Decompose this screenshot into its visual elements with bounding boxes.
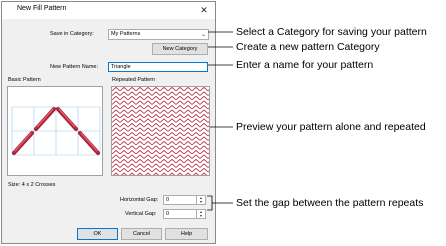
callout-set-gap: Set the gap between the pattern repeats [236, 197, 424, 209]
callout-select-category: Select a Category for saving your patter… [236, 26, 427, 38]
callout-line-gap [207, 195, 233, 211]
callout-preview: Preview your pattern alone and repeated [236, 121, 426, 133]
callout-create-category: Create a new pattern Category [236, 41, 380, 53]
callout-enter-name: Enter a name for your pattern [236, 59, 374, 71]
